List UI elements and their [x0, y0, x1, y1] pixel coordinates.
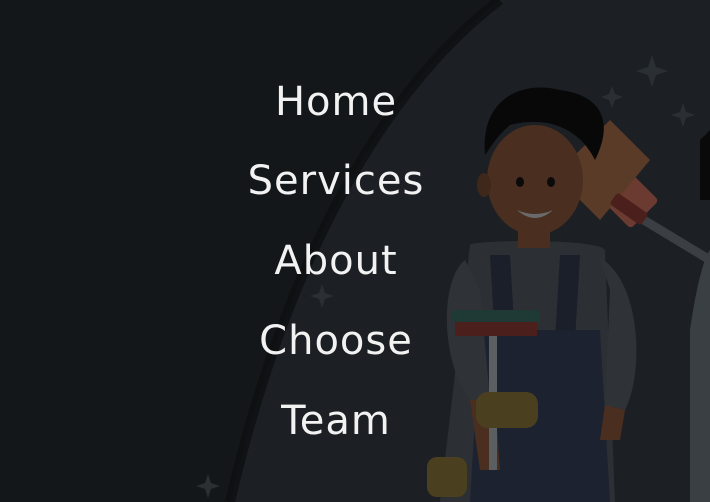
- nav-link-about[interactable]: About: [0, 237, 672, 285]
- nav-link-choose[interactable]: Choose: [0, 317, 672, 365]
- nav-link-team[interactable]: Team: [0, 397, 672, 445]
- nav-link-services[interactable]: Services: [0, 157, 672, 205]
- nav-menu: Home Services About Choose Team: [0, 0, 672, 502]
- nav-link-home[interactable]: Home: [0, 78, 672, 126]
